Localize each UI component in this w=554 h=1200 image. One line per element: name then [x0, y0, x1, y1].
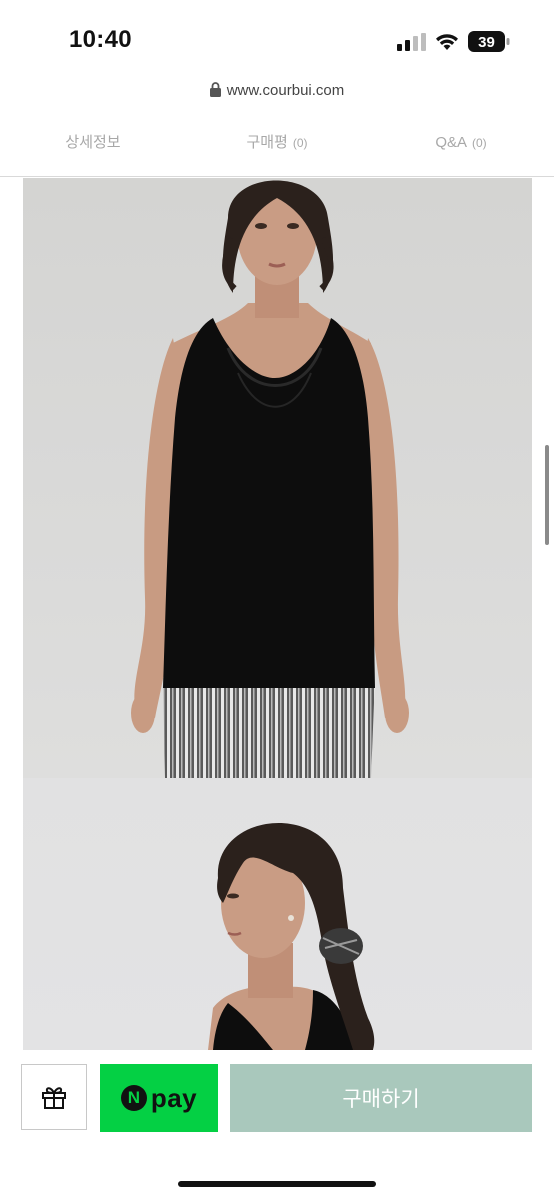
url-text: www.courbui.com: [226, 82, 345, 99]
model-side-illustration: [208, 823, 375, 1050]
model-front-illustration: [131, 180, 409, 778]
scrollbar[interactable]: [545, 445, 549, 545]
gift-icon: [42, 1087, 66, 1109]
purchase-action-bar: N pay 구매하기: [0, 1050, 554, 1200]
wifi-icon: [436, 34, 458, 50]
product-tabs: 상세정보 구매평 (0) Q&A (0): [0, 112, 554, 177]
tab-qna[interactable]: Q&A (0): [368, 112, 554, 176]
tab-reviews-label: 구매평: [246, 134, 288, 151]
buy-button-label: 구매하기: [342, 1087, 420, 1111]
naver-n-icon: N: [120, 1085, 147, 1111]
home-indicator[interactable]: [178, 1181, 376, 1187]
buy-button[interactable]: 구매하기: [230, 1064, 532, 1132]
npay-button[interactable]: N pay: [100, 1064, 218, 1132]
lock-icon: [209, 82, 221, 97]
cellular-signal-icon: [397, 33, 426, 51]
battery-icon: 39: [468, 31, 510, 52]
status-time: 10:40: [69, 26, 132, 53]
tab-details[interactable]: 상세정보: [0, 112, 186, 176]
tab-qna-count: (0): [472, 136, 487, 150]
product-image-side: [23, 778, 532, 1050]
tab-qna-label: Q&A: [435, 134, 467, 151]
product-image-front: [23, 178, 532, 778]
address-bar[interactable]: www.courbui.com: [0, 80, 554, 108]
gift-button[interactable]: [21, 1064, 87, 1130]
tab-details-label: 상세정보: [65, 134, 121, 151]
npay-label: pay: [150, 1082, 198, 1113]
status-bar: 10:40 39: [0, 0, 554, 80]
tab-reviews-count: (0): [292, 136, 308, 150]
battery-level-text: 39: [478, 34, 495, 51]
tab-reviews[interactable]: 구매평 (0): [186, 112, 368, 176]
